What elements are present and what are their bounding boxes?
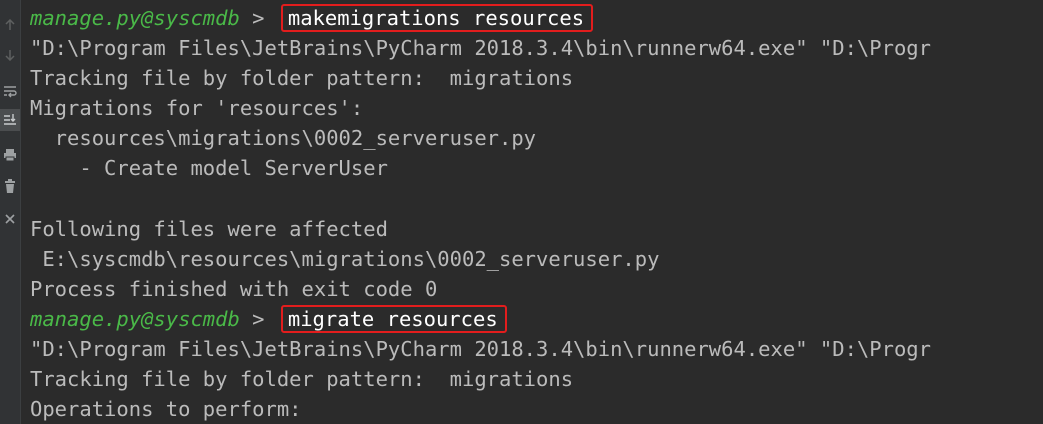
prompt-arrow: > <box>252 6 265 30</box>
output-line: "D:\Program Files\JetBrains\PyCharm 2018… <box>30 36 931 61</box>
arrow-down-icon[interactable] <box>0 44 20 66</box>
output-line: Operations to perform: <box>30 397 302 422</box>
trash-icon[interactable] <box>0 175 20 197</box>
output-line: Migrations for 'resources': <box>30 96 364 121</box>
command-text: migrate resources <box>280 304 507 333</box>
output-line: Tracking file by folder pattern: migrati… <box>30 66 574 91</box>
output-line: "D:\Program Files\JetBrains\PyCharm 2018… <box>30 337 931 362</box>
prompt-label: manage.py@syscmdb <box>30 6 240 30</box>
output-line: - Create model ServerUser <box>30 156 388 181</box>
console-toolbar <box>0 0 21 424</box>
print-icon[interactable] <box>0 144 20 166</box>
prompt-arrow: > <box>252 306 265 331</box>
output-line: Process finished with exit code 0 <box>30 276 438 301</box>
output-line: E:\syscmdb\resources\migrations\0002_ser… <box>30 246 660 271</box>
soft-wrap-icon[interactable] <box>0 80 20 102</box>
prompt-label: manage.py@syscmdb <box>30 306 240 331</box>
output-line: Following files were affected <box>30 216 388 241</box>
command-text: makemigrations resources <box>280 4 594 32</box>
output-line: Tracking file by folder pattern: migrati… <box>30 367 574 392</box>
close-icon[interactable] <box>0 208 20 230</box>
scroll-to-end-icon[interactable] <box>0 109 20 131</box>
console-output[interactable]: manage.py@syscmdb > makemigrations resou… <box>30 3 1043 424</box>
arrow-up-icon[interactable] <box>0 14 20 36</box>
prompt-line: manage.py@syscmdb > migrate resources <box>30 304 1043 334</box>
output-line: resources\migrations\0002_serveruser.py <box>30 126 537 151</box>
prompt-line: manage.py@syscmdb > makemigrations resou… <box>30 3 1043 33</box>
